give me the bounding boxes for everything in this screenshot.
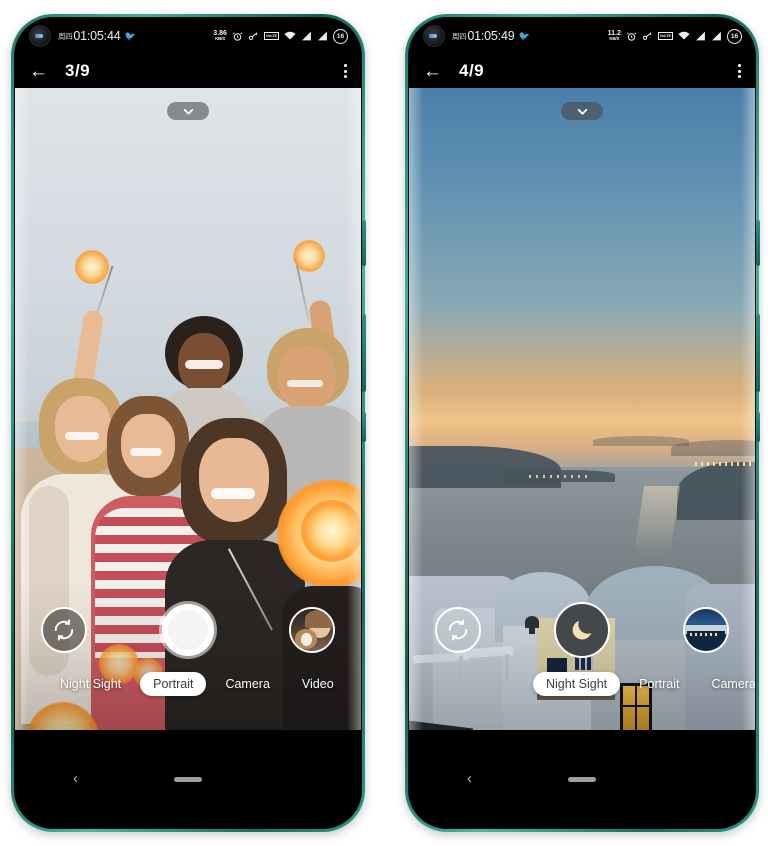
nav-home-pill[interactable] <box>174 777 202 782</box>
battery-indicator: 16 <box>333 28 348 44</box>
collapse-chevron-down-icon[interactable] <box>561 102 603 120</box>
battery-indicator: 16 <box>727 28 742 44</box>
moon-icon <box>572 620 592 640</box>
shutter-button-night[interactable] <box>554 602 610 658</box>
front-camera-punchhole-icon <box>423 25 445 47</box>
network-speed-unit: KB/S <box>215 36 226 42</box>
mode-portrait[interactable]: Portrait <box>140 672 207 696</box>
device-bezel-left: 周四 01:05:44 🐦 3.86 KB/S VoLTE 16 ← 3/9 N… <box>14 17 362 829</box>
mode-selector-left[interactable]: Night Sight Portrait Camera Video <box>15 670 361 698</box>
mode-video[interactable]: Video <box>289 672 347 696</box>
page-counter: 3/9 <box>65 61 91 80</box>
wifi-icon <box>678 31 690 41</box>
signal-icon <box>711 31 722 41</box>
collapse-chevron-down-icon[interactable] <box>167 102 209 120</box>
switch-camera-icon[interactable] <box>435 607 481 653</box>
mode-night-sight[interactable]: Night Sight <box>47 672 134 696</box>
status-day: 周四 <box>452 31 467 41</box>
alarm-icon <box>626 31 637 42</box>
status-emoji-icon: 🐦 <box>124 30 136 41</box>
signal-icon <box>317 31 328 41</box>
nav-home-pill[interactable] <box>568 777 596 782</box>
mode-night-sight[interactable]: Night Sight <box>533 672 621 696</box>
vpn-key-icon <box>642 31 653 42</box>
device-screen-left: 周四 01:05:44 🐦 3.86 KB/S VoLTE 16 ← 3/9 N… <box>15 18 361 828</box>
volume-up-button[interactable] <box>362 220 366 266</box>
power-button[interactable] <box>756 412 760 442</box>
status-clock: 01:05:49 <box>467 29 515 43</box>
device-phone-left: 周四 01:05:44 🐦 3.86 KB/S VoLTE 16 ← 3/9 N… <box>11 14 366 832</box>
volume-down-button[interactable] <box>362 314 366 392</box>
power-button[interactable] <box>362 412 366 442</box>
page-counter: 4/9 <box>459 61 485 80</box>
vpn-key-icon <box>248 31 259 42</box>
photo-thumbnail-button[interactable] <box>289 607 335 653</box>
network-speed-indicator: 3.86 KB/S <box>213 30 227 42</box>
screenshot-canvas: 周四 01:05:44 🐦 3.86 KB/S VoLTE 16 ← 3/9 N… <box>0 0 768 846</box>
switch-camera-icon[interactable] <box>41 607 87 653</box>
back-arrow-icon[interactable]: ← <box>29 62 51 81</box>
signal-icon <box>301 31 312 41</box>
nav-back-icon[interactable]: ‹ <box>467 770 472 787</box>
mode-camera[interactable]: Camera <box>698 672 755 696</box>
nav-back-icon[interactable]: ‹ <box>73 770 78 787</box>
status-day: 周四 <box>58 31 73 41</box>
status-clock: 01:05:44 <box>73 29 121 43</box>
back-arrow-icon[interactable]: ← <box>423 62 445 81</box>
camera-controls-right <box>409 600 755 660</box>
app-bar-right: ← 4/9 <box>409 54 755 88</box>
thumbnail-image <box>291 609 333 651</box>
volte-icon: VoLTE <box>263 32 279 40</box>
overflow-menu-icon[interactable] <box>344 64 347 78</box>
front-camera-punchhole-icon <box>29 25 51 47</box>
status-bar-right: 周四 01:05:49 🐦 11.2 KB/S VoLTE 16 <box>409 18 755 54</box>
shutter-inner <box>168 610 208 650</box>
status-icons-right: 3.86 KB/S VoLTE 16 <box>213 28 348 44</box>
camera-viewfinder-left[interactable]: Night Sight Portrait Camera Video <box>15 88 361 730</box>
overflow-menu-icon[interactable] <box>738 64 741 78</box>
device-bezel-right: 周四 01:05:49 🐦 11.2 KB/S VoLTE 16 ← 4/9 N… <box>408 17 756 829</box>
network-speed-unit: KB/S <box>609 36 620 42</box>
volume-up-button[interactable] <box>756 220 760 266</box>
volte-icon: VoLTE <box>657 32 673 40</box>
device-screen-right: 周四 01:05:49 🐦 11.2 KB/S VoLTE 16 ← 4/9 N… <box>409 18 755 828</box>
system-nav-bar-right: ‹ <box>409 758 755 828</box>
status-bar-left: 周四 01:05:44 🐦 3.86 KB/S VoLTE 16 <box>15 18 361 54</box>
camera-controls-left <box>15 600 361 660</box>
signal-icon <box>695 31 706 41</box>
system-nav-bar-left: ‹ <box>15 758 361 828</box>
network-speed-indicator: 11.2 KB/S <box>608 30 621 42</box>
shutter-button[interactable] <box>162 604 214 656</box>
mode-portrait[interactable]: Portrait <box>626 672 692 696</box>
wifi-icon <box>284 31 296 41</box>
alarm-icon <box>232 31 243 42</box>
app-bar-left: ← 3/9 <box>15 54 361 88</box>
device-phone-right: 周四 01:05:49 🐦 11.2 KB/S VoLTE 16 ← 4/9 N… <box>405 14 760 832</box>
volume-down-button[interactable] <box>756 314 760 392</box>
mode-camera[interactable]: Camera <box>212 672 282 696</box>
camera-viewfinder-right[interactable]: Night Sight Portrait Camera <box>409 88 755 730</box>
photo-thumbnail-button[interactable] <box>683 607 729 653</box>
status-emoji-icon: 🐦 <box>518 30 530 41</box>
mode-selector-right[interactable]: Night Sight Portrait Camera <box>409 670 755 698</box>
status-icons-right: 11.2 KB/S VoLTE 16 <box>608 28 742 44</box>
thumbnail-image <box>685 609 727 651</box>
